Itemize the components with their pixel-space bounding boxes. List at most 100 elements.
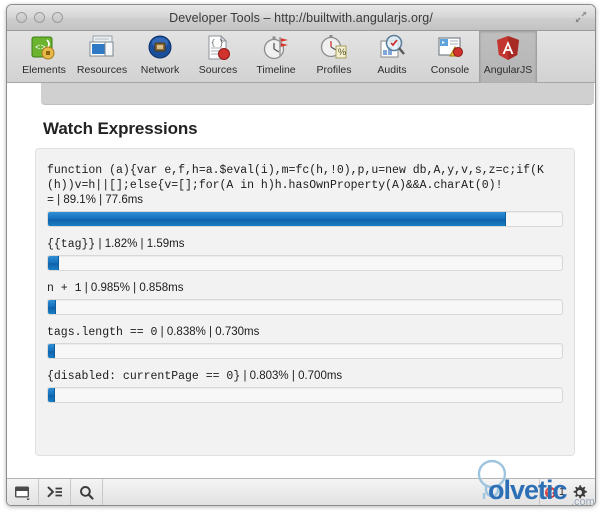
watch-expression-text: n + 1 | 0.985% | 0.858ms	[47, 281, 563, 296]
tab-elements[interactable]: <> Elements	[15, 31, 73, 83]
network-icon	[145, 34, 175, 63]
sources-icon: { }	[203, 34, 233, 63]
watch-percent: 89.1%	[63, 194, 96, 206]
watch-separator: |	[291, 370, 295, 382]
watch-item[interactable]: {{tag}} | 1.82% | 1.59ms	[47, 237, 563, 271]
gear-icon[interactable]	[571, 484, 588, 501]
watch-item[interactable]: tags.length == 0 | 0.838% | 0.730ms	[47, 325, 563, 359]
status-bar-right: 1	[540, 479, 595, 505]
elements-icon: <>	[29, 34, 59, 63]
profiles-icon: %	[319, 34, 349, 63]
svg-text:%: %	[338, 47, 346, 57]
tab-sources[interactable]: { } Sources	[189, 31, 247, 83]
panel-strip	[7, 83, 595, 105]
console-icon	[435, 34, 465, 63]
tab-resources-label: Resources	[76, 64, 128, 76]
watch-meta: | 0.985% | 0.858ms	[82, 282, 184, 294]
watch-separator: |	[98, 238, 102, 250]
svg-text:{ }: { }	[211, 40, 224, 48]
watch-bar-fill	[48, 212, 506, 226]
watch-bar-track	[47, 211, 563, 227]
watch-percent: 0.985%	[90, 282, 130, 294]
resources-icon	[87, 34, 117, 63]
window-title: Developer Tools – http://builtwith.angul…	[169, 10, 433, 25]
watch-percent: 1.82%	[104, 238, 138, 250]
watch-separator: |	[160, 326, 164, 338]
audits-icon	[377, 34, 407, 63]
watch-expression-code: {disabled: currentPage == 0}	[47, 370, 241, 383]
watch-time: 77.6ms	[105, 194, 144, 206]
tab-audits-label: Audits	[377, 64, 407, 76]
error-count: 1	[558, 486, 565, 498]
tab-console[interactable]: Console	[421, 31, 479, 83]
watch-expressions-list: function (a){var e,f,h=a.$eval(i),m=fc(h…	[35, 148, 575, 456]
tab-network-label: Network	[140, 64, 180, 76]
watch-item[interactable]: n + 1 | 0.985% | 0.858ms	[47, 281, 563, 315]
watch-bar-fill	[48, 256, 60, 270]
watch-meta: | 89.1% | 77.6ms	[54, 194, 143, 206]
watch-item[interactable]: function (a){var e,f,h=a.$eval(i),m=fc(h…	[47, 163, 563, 227]
watch-bar-track	[47, 387, 563, 403]
watch-percent: 0.838%	[166, 326, 206, 338]
watch-separator: |	[133, 282, 137, 294]
watch-expression-text: {disabled: currentPage == 0} | 0.803% | …	[47, 369, 563, 384]
zoom-button[interactable]	[52, 12, 63, 23]
minimize-button[interactable]	[34, 12, 45, 23]
watch-time: 0.730ms	[215, 326, 260, 338]
devtools-window: Developer Tools – http://builtwith.angul…	[6, 4, 596, 506]
window-controls	[16, 12, 63, 23]
watch-bar-fill	[48, 344, 56, 358]
dock-window-icon	[15, 486, 30, 500]
watch-item[interactable]: {disabled: currentPage == 0} | 0.803% | …	[47, 369, 563, 403]
devtools-toolbar: <> Elements Resources Network {} Source…	[7, 31, 595, 83]
maximize-icon[interactable]	[575, 11, 587, 23]
watch-separator: |	[140, 238, 144, 250]
tab-profiles-label: Profiles	[316, 64, 352, 76]
watch-bar-track	[47, 299, 563, 315]
tab-resources[interactable]: Resources	[73, 31, 131, 83]
panel-strip-inner	[41, 83, 594, 105]
tab-timeline-label: Timeline	[256, 64, 296, 76]
watch-expression-code: tags.length == 0	[47, 326, 158, 339]
watch-bar-track	[47, 255, 563, 271]
status-bar: 1	[7, 478, 595, 505]
watch-meta: | 0.838% | 0.730ms	[157, 326, 260, 338]
watch-meta: | 1.82% | 1.59ms	[95, 238, 185, 250]
close-button[interactable]	[16, 12, 27, 23]
tab-network[interactable]: Network	[131, 31, 189, 83]
search-button[interactable]	[71, 479, 103, 505]
title-bar: Developer Tools – http://builtwith.angul…	[7, 5, 595, 31]
angularjs-icon	[493, 34, 523, 63]
watch-bar-fill	[48, 388, 55, 402]
tab-audits[interactable]: Audits	[363, 31, 421, 83]
watch-separator: |	[57, 194, 61, 206]
watch-expression-code: {{tag}}	[47, 238, 96, 251]
watch-separator: |	[209, 326, 213, 338]
watch-separator: |	[99, 194, 103, 206]
dock-console-button[interactable]	[7, 479, 39, 505]
watch-meta: | 0.803% | 0.700ms	[240, 370, 342, 382]
watch-time: 0.858ms	[139, 282, 184, 294]
watch-separator: |	[84, 282, 88, 294]
tab-timeline[interactable]: Timeline	[247, 31, 305, 83]
tab-elements-label: Elements	[22, 64, 66, 76]
watch-bar-fill	[48, 300, 57, 314]
watch-separator: |	[243, 370, 247, 382]
watch-percent: 0.803%	[249, 370, 289, 382]
timeline-icon	[261, 34, 291, 63]
tab-profiles[interactable]: % Profiles	[305, 31, 363, 83]
console-prompt-icon	[47, 486, 62, 498]
tab-sources-label: Sources	[198, 64, 238, 76]
watch-expression-text: tags.length == 0 | 0.838% | 0.730ms	[47, 325, 563, 340]
watch-expression-code: n + 1	[47, 282, 82, 295]
watch-time: 0.700ms	[298, 370, 343, 382]
angularjs-panel-content: Watch Expressions function (a){var e,f,h…	[7, 105, 595, 478]
watch-time: 1.59ms	[146, 238, 185, 250]
tab-angularjs[interactable]: AngularJS	[479, 31, 537, 83]
error-badge-icon[interactable]	[544, 486, 556, 498]
watch-expression-text: {{tag}} | 1.82% | 1.59ms	[47, 237, 563, 252]
show-console-button[interactable]	[39, 479, 71, 505]
tab-console-label: Console	[430, 64, 470, 76]
search-icon	[80, 485, 94, 500]
watch-expression-text: function (a){var e,f,h=a.$eval(i),m=fc(h…	[47, 163, 563, 208]
